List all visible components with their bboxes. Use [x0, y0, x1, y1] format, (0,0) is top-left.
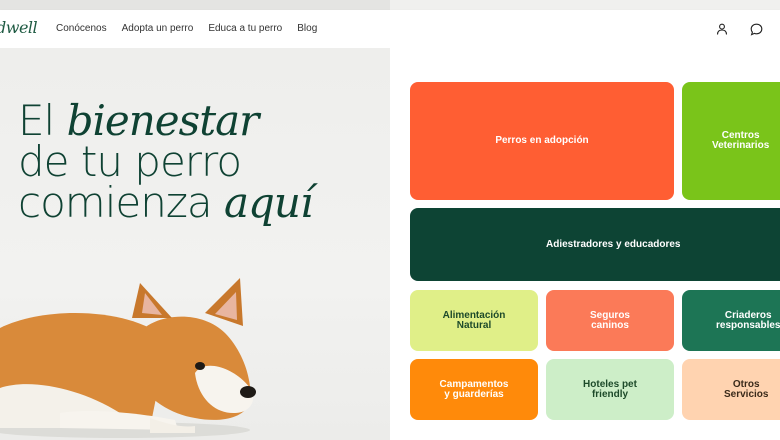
tile-label: Otros Servicios — [724, 378, 769, 400]
hero-section: El bienestar de tu perro comienza aquí — [0, 48, 390, 440]
tile-campamentos-guarderias[interactable]: Campamentos y guarderías — [410, 359, 538, 420]
tile-centros-veterinarios[interactable]: Centros Veterinarios — [682, 82, 780, 200]
tile-label: Alimentación Natural — [442, 309, 506, 331]
tile-criaderos-responsables[interactable]: Criaderos responsables — [682, 290, 780, 351]
corgi-dog-image — [0, 278, 256, 438]
user-icon[interactable] — [714, 21, 730, 37]
nav-link-blog[interactable]: Blog — [297, 23, 317, 34]
tile-perros-adopcion[interactable]: Perros en adopción — [410, 82, 674, 200]
tile-label: Criaderos responsables — [716, 309, 780, 331]
tile-label: Seguros caninos — [589, 309, 630, 331]
nav-link-educa[interactable]: Educa a tu perro — [208, 23, 282, 34]
top-strip — [0, 0, 390, 10]
tile-otros-servicios[interactable]: Otros Servicios — [682, 359, 780, 420]
nav-links: Conócenos Adopta un perro Educa a tu per… — [56, 23, 317, 34]
brand-logo[interactable]: dwell — [0, 18, 38, 37]
navbar: dwell Conócenos Adopta un perro Educa a … — [0, 10, 780, 48]
tile-label: Adiestradores y educadores — [546, 238, 681, 250]
tile-seguros-caninos[interactable]: Seguros caninos — [546, 290, 674, 351]
tile-label: Hoteles pet friendly — [583, 378, 637, 400]
tile-label: Centros Veterinarios — [712, 130, 770, 151]
headline-text: comienza — [18, 178, 224, 227]
headline-italic-aqui: aquí — [223, 178, 313, 227]
tile-adiestradores[interactable]: Adiestradores y educadores — [410, 208, 780, 281]
tile-hoteles-pet-friendly[interactable]: Hoteles pet friendly — [546, 359, 674, 420]
tile-alimentacion-natural[interactable]: Alimentación Natural — [410, 290, 538, 351]
tile-label: Campamentos y guarderías — [439, 378, 509, 400]
chat-bubble-icon[interactable] — [748, 21, 764, 37]
hero-headline: El bienestar de tu perro comienza aquí — [18, 100, 313, 224]
nav-link-adopta[interactable]: Adopta un perro — [122, 23, 194, 34]
headline-line2: de tu perro — [18, 137, 242, 186]
tile-label: Perros en adopción — [495, 135, 589, 146]
nav-icons — [714, 21, 764, 37]
nav-link-conocenos[interactable]: Conócenos — [56, 23, 107, 34]
